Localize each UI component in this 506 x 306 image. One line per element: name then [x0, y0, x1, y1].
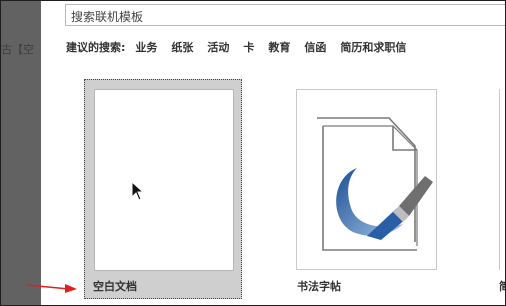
search-placeholder: 搜索联机模板 — [71, 10, 144, 24]
suggested-searches-label: 建议的搜索: — [66, 41, 126, 54]
suggestion-link-education[interactable]: 教育 — [268, 39, 290, 55]
dimmed-left-pane: 古【空 — [1, 1, 41, 305]
template-label-partial: 简 — [499, 278, 505, 294]
template-label-calligraphy: 书法字帖 — [297, 280, 341, 293]
template-card-calligraphy[interactable] — [296, 89, 437, 270]
suggestion-link-resume[interactable]: 简历和求职信 — [340, 39, 406, 55]
new-document-panel: 搜索联机模板 建议的搜索: 业务 纸张 活动 卡 教育 信函 简历和求职信 空白… — [41, 1, 505, 305]
left-pane-text: 古【空 — [1, 43, 34, 56]
suggestion-link-letter[interactable]: 信函 — [304, 39, 326, 55]
suggestion-link-paper[interactable]: 纸张 — [171, 39, 193, 55]
template-card-blank-document[interactable]: 空白文档 — [84, 79, 242, 299]
suggestion-link-card[interactable]: 卡 — [243, 39, 254, 55]
calligraphy-document-icon — [317, 117, 433, 251]
suggested-searches: 建议的搜索: 业务 纸张 活动 卡 教育 信函 简历和求职信 — [66, 39, 420, 55]
search-input[interactable]: 搜索联机模板 — [65, 4, 505, 26]
red-arrow-annotation — [26, 284, 77, 293]
window-frame: 古【空 搜索联机模板 建议的搜索: 业务 纸张 活动 卡 教育 信函 简历和求职… — [0, 0, 506, 306]
mouse-pointer-icon — [131, 181, 145, 201]
template-label-blank-document: 空白文档 — [93, 280, 137, 293]
suggestion-link-event[interactable]: 活动 — [207, 39, 229, 55]
template-card-partial[interactable] — [499, 89, 505, 270]
suggestion-link-business[interactable]: 业务 — [135, 39, 157, 55]
blank-document-thumbnail — [94, 89, 234, 271]
